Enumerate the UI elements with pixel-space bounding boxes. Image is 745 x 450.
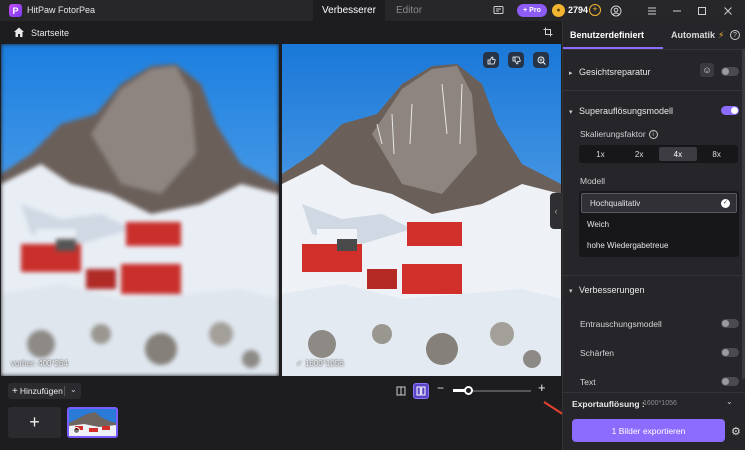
scale-option-1x[interactable]: 1x: [581, 147, 620, 161]
export-resolution-label: Exportauflösung :: [572, 399, 645, 409]
close-icon[interactable]: [721, 4, 734, 17]
sharpen-label: Schärfen: [580, 348, 615, 358]
app-logo-icon: P: [9, 4, 22, 17]
denoise-toggle[interactable]: [721, 319, 739, 328]
before-image-panel: vorher: 400*264: [1, 44, 279, 376]
text-toggle[interactable]: [721, 377, 739, 386]
home-icon[interactable]: [13, 26, 25, 38]
tab-automatik[interactable]: Automatik ⚡: [671, 21, 724, 49]
home-link[interactable]: Startseite: [31, 28, 69, 38]
chat-icon[interactable]: [492, 4, 505, 17]
settings-panel: Benutzerdefiniert Automatik ⚡ ? ▸ Gesicht…: [562, 21, 745, 450]
minimize-icon[interactable]: [670, 4, 683, 17]
model-list: Hochqualitativ ✓ Weich hohe Wiedergabetr…: [579, 191, 739, 257]
expand-icon[interactable]: ⌄: [726, 397, 733, 406]
superres-title[interactable]: Superauflösungsmodell: [579, 106, 673, 116]
clock-icon: [73, 427, 80, 434]
image-thumbnail[interactable]: [67, 407, 118, 438]
tab-benutzerdefiniert[interactable]: Benutzerdefiniert: [570, 21, 644, 49]
coin-icon: ●: [552, 4, 565, 17]
divider: [64, 386, 65, 396]
selected-check-icon: ✓: [721, 199, 730, 208]
model-option-hohe-wiedergabetreue[interactable]: hohe Wiedergabetreue: [579, 235, 739, 255]
export-resolution-value: 1600*1056: [643, 400, 677, 407]
face-repair-title[interactable]: Gesichtsreparatur: [579, 67, 651, 77]
scale-factor-label: Skalierungsfaktor i: [580, 129, 658, 140]
sharpen-toggle[interactable]: [721, 348, 739, 357]
after-resolution-label: ✓ 1600*1056: [296, 359, 344, 368]
check-icon: ✓: [296, 359, 305, 368]
sub-header: Startseite: [0, 21, 562, 43]
gear-icon[interactable]: ⚙: [731, 425, 741, 438]
before-image: [1, 44, 279, 376]
zoom-in-icon[interactable]: +: [538, 380, 546, 395]
model-option-weich[interactable]: Weich: [579, 214, 739, 234]
divider: [563, 275, 745, 276]
collapse-caret-icon[interactable]: ▾: [569, 287, 573, 295]
pro-badge[interactable]: + Pro: [517, 4, 547, 17]
collapse-panel-handle[interactable]: ‹: [550, 193, 562, 229]
zoom-slider-knob[interactable]: [464, 386, 473, 395]
divider: [563, 49, 745, 50]
single-view-icon[interactable]: [393, 383, 409, 399]
maximize-icon[interactable]: [695, 4, 708, 17]
add-button-label: Hinzufügen: [19, 386, 63, 396]
title-bar: P HitPaw FotorPea Verbesserer Editor + P…: [0, 0, 745, 21]
split-view-icon[interactable]: [413, 383, 429, 399]
after-image-panel: ✓ 1600*1056: [282, 44, 561, 376]
expand-caret-icon[interactable]: ▸: [569, 69, 573, 77]
bolt-icon: ⚡: [718, 29, 725, 40]
add-coins-icon[interactable]: +: [589, 4, 601, 16]
enhancements-title[interactable]: Verbesserungen: [579, 285, 645, 295]
tab-editor[interactable]: Editor: [385, 0, 433, 21]
scale-option-2x[interactable]: 2x: [620, 147, 659, 161]
model-label: Modell: [580, 176, 606, 186]
add-button[interactable]: + Hinzufügen ⌄: [8, 383, 81, 399]
thumbs-up-icon[interactable]: [483, 52, 499, 68]
divider: [563, 392, 745, 393]
plus-icon: +: [12, 385, 18, 397]
text-label: Text: [580, 377, 596, 387]
export-button[interactable]: 1 Bilder exportieren: [572, 419, 725, 442]
zoom-out-icon[interactable]: −: [437, 381, 444, 395]
collapse-caret-icon[interactable]: ▾: [569, 108, 573, 116]
help-icon[interactable]: ?: [730, 30, 740, 40]
info-icon[interactable]: i: [648, 130, 658, 140]
face-repair-toggle[interactable]: [721, 67, 739, 76]
coin-count: 2794: [568, 5, 589, 15]
divider: [563, 90, 745, 91]
zoom-icon[interactable]: [533, 52, 549, 68]
before-resolution-label: vorher: 400*264: [11, 359, 68, 368]
chevron-down-icon[interactable]: ⌄: [70, 385, 77, 394]
superres-toggle[interactable]: [721, 106, 739, 115]
bottom-strip: + Hinzufügen ⌄ − + +: [0, 377, 562, 450]
scale-option-4x[interactable]: 4x: [658, 147, 698, 161]
menu-icon[interactable]: [645, 4, 658, 17]
add-image-tile[interactable]: +: [8, 407, 61, 438]
tab-verbesserer[interactable]: Verbesserer: [313, 0, 385, 21]
after-image: [282, 44, 561, 376]
user-icon[interactable]: [609, 4, 622, 17]
scale-factor-selector: 1x 2x 4x 8x: [579, 145, 738, 163]
scale-option-8x[interactable]: 8x: [697, 147, 736, 161]
model-option-hochqualitativ[interactable]: Hochqualitativ ✓: [581, 193, 737, 213]
denoise-label: Entrauschungsmodell: [580, 319, 662, 329]
app-title: HitPaw FotorPea: [27, 5, 96, 15]
face-icon[interactable]: ☺: [700, 63, 714, 77]
crop-icon[interactable]: [543, 27, 553, 37]
thumbs-down-icon[interactable]: [508, 52, 524, 68]
